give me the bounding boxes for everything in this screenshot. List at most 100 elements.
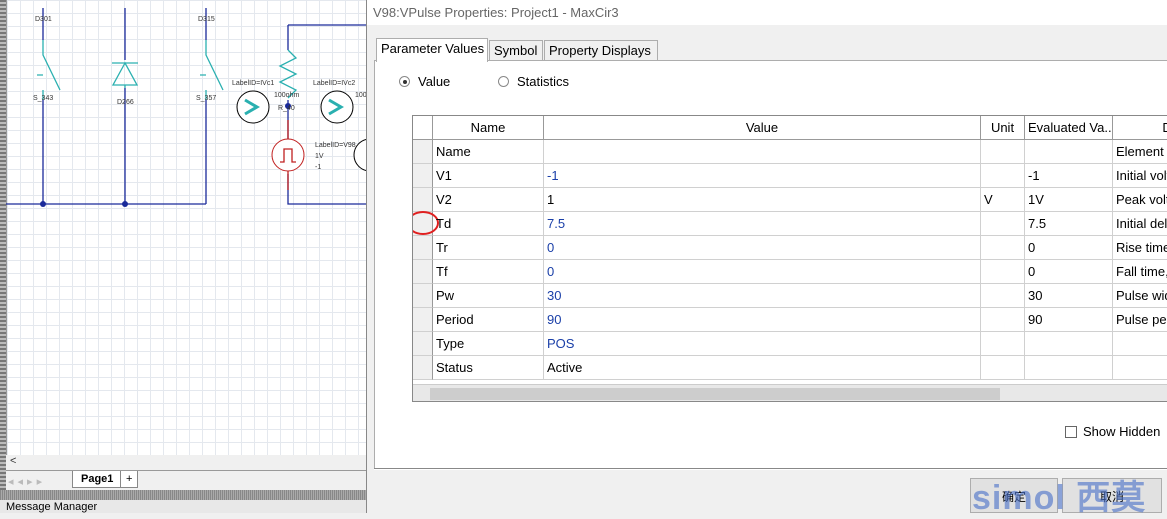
tab-parameter-values[interactable]: Parameter Values — [376, 38, 488, 62]
col-value[interactable]: Value — [544, 116, 981, 140]
cell-value[interactable]: 90 — [544, 308, 981, 332]
cell-desc — [1113, 332, 1167, 356]
scroll-thumb[interactable] — [430, 388, 1000, 400]
table-header: Name Value Unit Evaluated Va... Desc — [413, 116, 1167, 140]
schematic-drawing: D301 D315 S_343 D266 S_357 LabelID=IVc1 … — [6, 8, 366, 207]
tab-symbol[interactable]: Symbol — [489, 40, 543, 61]
tab-page1[interactable]: Page1 — [72, 471, 123, 488]
radio-button[interactable] — [498, 76, 509, 87]
table-row[interactable]: Tr00Rise time, — [413, 236, 1167, 260]
col-desc[interactable]: Desc — [1113, 116, 1167, 140]
cell-evaluated: 90 — [1025, 308, 1113, 332]
table-row[interactable]: V1 -1 -1 Initial volt — [413, 164, 1167, 188]
canvas-hscrollbar[interactable]: < — [6, 455, 366, 470]
page-nav-arrows[interactable]: ◂◂▸▸ — [8, 475, 46, 488]
checkbox[interactable] — [1065, 425, 1077, 438]
cell-value[interactable]: 1 — [544, 188, 981, 212]
cell-unit: V — [981, 188, 1025, 212]
scroll-left-arrow[interactable]: < — [10, 455, 16, 467]
cell-evaluated: 0 — [1025, 260, 1113, 284]
row-header[interactable] — [413, 332, 433, 356]
row-header[interactable] — [413, 140, 433, 164]
page-tab-bar: ◂◂▸▸ Page1 + — [6, 470, 366, 490]
show-hidden-checkbox[interactable]: Show Hidden — [1065, 424, 1160, 439]
label-v98: LabelID=V98 — [315, 142, 356, 149]
ok-button[interactable]: 确定 — [970, 478, 1058, 513]
cell-value[interactable]: -1 — [544, 164, 981, 188]
add-page-tab[interactable]: + — [120, 471, 139, 488]
table-row[interactable]: Period 90 90 Pulse per — [413, 308, 1167, 332]
radio-statistics[interactable]: Statistics — [498, 74, 569, 89]
cell-name: Name — [433, 140, 544, 164]
label-resistance: 100ohm — [274, 92, 299, 99]
table-row[interactable]: Tf 0 0 Fall time, — [413, 260, 1167, 284]
cell-desc: Peak volt — [1113, 188, 1167, 212]
label-d315: D315 — [198, 16, 215, 23]
cell-unit — [981, 140, 1025, 164]
radio-button-selected[interactable] — [399, 76, 410, 87]
table-hscrollbar[interactable] — [413, 384, 1167, 401]
label-resistance-2: 100 — [355, 92, 366, 99]
cell-value[interactable]: POS — [544, 332, 981, 356]
schematic-canvas[interactable]: D301 D315 S_343 D266 S_357 LabelID=IVc1 … — [0, 0, 366, 513]
radio-value[interactable]: Value — [399, 74, 450, 89]
cell-unit — [981, 356, 1025, 380]
dialog-title: V98:VPulse Properties: Project1 - MaxCir… — [367, 0, 1167, 25]
table-row[interactable]: Td 7.5 7.5 Initial del — [413, 211, 1167, 236]
table-row[interactable]: Status Active — [413, 356, 1167, 380]
cell-unit — [981, 212, 1025, 236]
radio-label: Value — [418, 74, 451, 89]
label-s357: S_357 — [196, 95, 216, 102]
parameter-table: Name Value Unit Evaluated Va... Desc Nam… — [412, 115, 1167, 402]
col-evaluated[interactable]: Evaluated Va... — [1025, 116, 1113, 140]
cell-unit — [981, 332, 1025, 356]
label-s343: S_343 — [33, 95, 53, 102]
table-row[interactable]: Name Element i — [413, 140, 1167, 164]
cell-value[interactable]: Active — [544, 356, 981, 380]
label-d266: D266 — [117, 99, 134, 106]
cell-desc: Initial del — [1113, 212, 1167, 236]
cell-value[interactable]: 0 — [544, 236, 981, 260]
row-header[interactable] — [413, 236, 433, 260]
cell-unit — [981, 308, 1025, 332]
properties-dialog: V98:VPulse Properties: Project1 - MaxCir… — [366, 0, 1167, 517]
cell-evaluated: 0 — [1025, 236, 1113, 260]
col-name[interactable]: Name — [433, 116, 544, 140]
row-header[interactable] — [413, 164, 433, 188]
cell-desc — [1113, 356, 1167, 380]
cell-evaluated: 7.5 — [1025, 212, 1113, 236]
table-row[interactable]: Type POS — [413, 332, 1167, 356]
cell-value[interactable]: 7.5 — [544, 212, 981, 236]
corner-cell — [413, 116, 433, 140]
cell-name: Tr — [433, 236, 544, 260]
table-row[interactable]: Pw 30 30 Pulse wid — [413, 284, 1167, 308]
radio-label: Statistics — [517, 74, 570, 89]
cell-value[interactable]: 0 — [544, 260, 981, 284]
cell-evaluated: -1 — [1025, 164, 1113, 188]
col-unit[interactable]: Unit — [981, 116, 1025, 140]
label-d301: D301 — [35, 16, 52, 23]
cell-name: Status — [433, 356, 544, 380]
cell-name: V2 — [433, 188, 544, 212]
row-header[interactable] — [413, 356, 433, 380]
cell-value[interactable] — [544, 140, 981, 164]
row-header[interactable] — [413, 308, 433, 332]
cell-name: Type — [433, 332, 544, 356]
cell-evaluated — [1025, 140, 1113, 164]
row-header[interactable] — [413, 188, 433, 212]
row-header[interactable] — [413, 260, 433, 284]
splitter[interactable] — [0, 490, 366, 500]
message-manager-title: Message Manager — [0, 500, 366, 513]
cell-evaluated — [1025, 332, 1113, 356]
label-ivc2: LabelID=IVc2 — [313, 80, 355, 87]
cell-name: V1 — [433, 164, 544, 188]
row-header[interactable] — [413, 284, 433, 308]
cell-evaluated: 1V — [1025, 188, 1113, 212]
table-row[interactable]: V2 1 V 1V Peak volt — [413, 188, 1167, 212]
tab-property-displays[interactable]: Property Displays — [544, 40, 658, 61]
parameter-values-panel: Value Statistics Name Value Unit Evaluat… — [374, 60, 1167, 470]
cancel-button[interactable]: 取消 — [1062, 478, 1162, 513]
label-minus1: -1 — [315, 164, 321, 171]
cell-name: Tf — [433, 260, 544, 284]
cell-value[interactable]: 30 — [544, 284, 981, 308]
